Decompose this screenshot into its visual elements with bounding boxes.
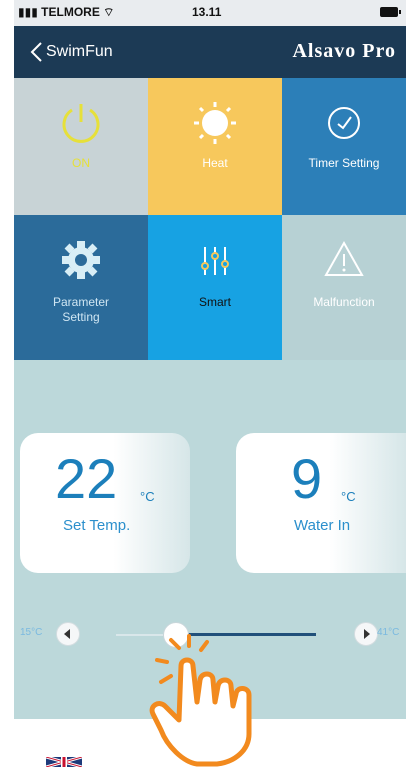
- malfunction-label: Malfunction: [313, 295, 375, 309]
- back-button[interactable]: SwimFun: [46, 43, 113, 61]
- power-tile[interactable]: ON: [14, 78, 148, 215]
- app-screen: ▮▮▮ TELMORE ⌔ 13.11 SwimFun Alsavo Pro O…: [14, 0, 406, 719]
- battery-icon: [380, 7, 401, 17]
- set-temp-unit: °C: [140, 489, 155, 504]
- caret-right-icon: [364, 629, 370, 639]
- parameter-setting-label: Parameter Setting: [52, 295, 110, 324]
- wifi-icon: ⌔: [103, 5, 115, 19]
- app-title: Alsavo Pro: [292, 40, 396, 62]
- set-temp-card: 22 °C Set Temp.: [20, 433, 190, 573]
- status-time: 13.11: [192, 5, 222, 19]
- water-in-value: 9: [291, 447, 323, 510]
- back-chevron-icon[interactable]: [28, 40, 48, 64]
- slider-min-label: 15°C: [20, 627, 43, 638]
- set-temp-value: 22: [55, 447, 118, 510]
- water-in-unit: °C: [341, 489, 356, 504]
- nav-bar: SwimFun Alsavo Pro: [14, 26, 406, 78]
- power-label: ON: [72, 156, 90, 170]
- signal-icon: ▮▮▮: [18, 5, 42, 19]
- heat-tile[interactable]: Heat: [148, 78, 282, 215]
- smart-label: Smart: [198, 295, 231, 309]
- malfunction-tile[interactable]: Malfunction: [282, 215, 406, 360]
- gear-icon: [62, 241, 100, 279]
- caret-left-icon: [64, 629, 70, 639]
- timer-setting-label: Timer Setting: [308, 156, 380, 170]
- warning-icon: [324, 240, 364, 276]
- parameter-setting-tile[interactable]: Parameter Setting: [14, 215, 148, 360]
- sliders-icon: [201, 247, 229, 275]
- uk-flag-icon: [46, 757, 82, 767]
- smart-tile[interactable]: Smart: [148, 215, 282, 360]
- timer-setting-tile[interactable]: Timer Setting: [282, 78, 406, 215]
- set-temp-label: Set Temp.: [63, 517, 131, 534]
- slider-max-label: 41°C: [377, 627, 400, 638]
- water-in-card: 9 °C Water In: [236, 433, 406, 573]
- carrier-label: ▮▮▮ TELMORE ⌔: [18, 5, 115, 19]
- water-in-label: Water In: [294, 517, 351, 534]
- heat-label: Heat: [202, 156, 228, 170]
- status-bar: ▮▮▮ TELMORE ⌔ 13.11: [14, 0, 406, 26]
- clock-icon: [328, 107, 360, 139]
- increase-temp-button[interactable]: [354, 622, 378, 646]
- sun-icon: [194, 102, 236, 144]
- power-icon: [62, 104, 100, 143]
- decrease-temp-button[interactable]: [56, 622, 80, 646]
- tap-hand-icon: [149, 634, 252, 767]
